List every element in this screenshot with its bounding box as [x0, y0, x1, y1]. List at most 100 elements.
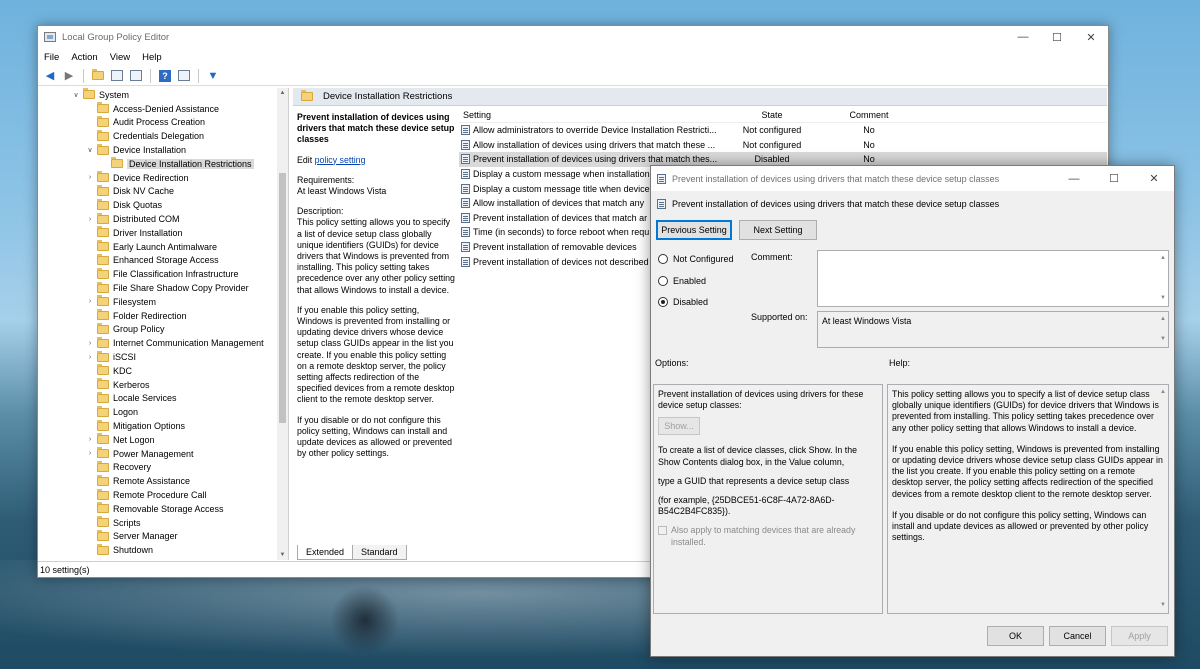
export-list-icon[interactable] [128, 68, 144, 84]
help-icon[interactable]: ? [157, 68, 173, 84]
show-hide-tree-icon[interactable] [109, 68, 125, 84]
tree-item[interactable]: › Power Management [39, 447, 288, 461]
properties-icon[interactable] [176, 68, 192, 84]
chevron-down-icon[interactable]: ∨ [71, 91, 81, 99]
tree-item[interactable]: Credentials Delegation [39, 129, 288, 143]
cancel-button[interactable]: Cancel [1049, 626, 1106, 646]
chevron-right-icon[interactable]: › [85, 340, 95, 347]
minimize-button[interactable]: — [1006, 26, 1040, 48]
tree-item[interactable]: Removable Storage Access [39, 502, 288, 516]
radio-enabled-circle[interactable] [658, 276, 668, 286]
scrollbar-thumb[interactable] [279, 173, 286, 423]
tree-item[interactable]: Device Installation Restrictions [39, 157, 288, 171]
tree-item[interactable]: Remote Procedure Call [39, 488, 288, 502]
ok-button[interactable]: OK [987, 626, 1044, 646]
tree-item[interactable]: › iSCSI [39, 350, 288, 364]
folder-icon [97, 460, 109, 472]
chevron-right-icon[interactable]: › [85, 216, 95, 223]
supported-scrollbar[interactable]: ▲ ▼ [1159, 314, 1167, 345]
tree-item[interactable]: Driver Installation [39, 226, 288, 240]
tree-item[interactable]: File Classification Infrastructure [39, 267, 288, 281]
tree-item[interactable]: Remote Assistance [39, 474, 288, 488]
apply-button[interactable]: Apply [1111, 626, 1168, 646]
tree-item-label: Filesystem [113, 296, 157, 307]
chevron-right-icon[interactable]: › [85, 298, 95, 305]
chevron-down-icon[interactable]: ∨ [85, 146, 95, 154]
comment-textbox[interactable]: ▲ ▼ [817, 250, 1169, 307]
help-scrollbar[interactable]: ▲ ▼ [1159, 387, 1167, 611]
edit-policy-link[interactable]: policy setting [315, 155, 366, 165]
tab-extended[interactable]: Extended [297, 545, 354, 560]
table-row[interactable]: Allow administrators to override Device … [459, 123, 1107, 138]
radio-enabled[interactable]: Enabled [658, 276, 706, 286]
column-comment[interactable]: Comment [819, 110, 919, 120]
tree-item[interactable]: Disk Quotas [39, 198, 288, 212]
tree-item[interactable]: Locale Services [39, 391, 288, 406]
tree-item[interactable]: Early Launch Antimalware [39, 240, 288, 254]
tab-standard[interactable]: Standard [352, 545, 407, 560]
setting-name: Allow installation of devices that match… [473, 198, 645, 209]
dialog-maximize-button[interactable]: ☐ [1094, 168, 1134, 190]
tree-item[interactable]: File Share Shadow Copy Provider [39, 281, 288, 295]
tree-item-label: Logon [113, 407, 139, 418]
chevron-right-icon[interactable]: › [85, 436, 95, 443]
folder-icon [97, 378, 109, 390]
tree-item[interactable]: › Internet Communication Management [39, 336, 288, 350]
back-arrow-icon[interactable]: ◀ [42, 68, 58, 84]
menu-view[interactable]: View [110, 52, 130, 63]
chevron-right-icon[interactable]: › [85, 174, 95, 181]
tree-item[interactable]: › Net Logon [39, 433, 288, 447]
dialog-title-bar[interactable]: Prevent installation of devices using dr… [651, 166, 1174, 191]
apply-existing-checkbox[interactable]: Also apply to matching devices that are … [658, 525, 878, 547]
policy-tree[interactable]: ∨ System Access-Denied Assistance Audit Pro… [39, 88, 289, 560]
column-setting[interactable]: Setting [459, 110, 725, 120]
column-state[interactable]: State [725, 110, 819, 120]
menu-action[interactable]: Action [71, 52, 97, 63]
menu-file[interactable]: File [44, 52, 59, 63]
checkbox-box[interactable] [658, 526, 667, 536]
tree-item[interactable]: › Device Redirection [39, 171, 288, 185]
tree-item[interactable]: KDC [39, 364, 288, 378]
tree-scrollbar[interactable]: ▲ ▼ [277, 88, 288, 560]
close-button[interactable]: ✕ [1074, 26, 1108, 48]
tree-item[interactable]: Access-Denied Assistance [39, 102, 288, 116]
title-bar[interactable]: Local Group Policy Editor — ☐ ✕ [38, 26, 1108, 48]
tree-item[interactable]: ∨ System [39, 88, 288, 102]
dialog-close-button[interactable]: ✕ [1134, 168, 1174, 190]
scroll-up-icon[interactable]: ▲ [277, 90, 288, 96]
radio-disabled[interactable]: Disabled [658, 297, 708, 307]
next-setting-button[interactable]: Next Setting [739, 220, 817, 240]
scroll-down-icon[interactable]: ▼ [277, 552, 288, 558]
pane-header-title: Device Installation Restrictions [323, 91, 453, 102]
chevron-right-icon[interactable]: › [85, 354, 95, 361]
tree-item[interactable]: Scripts [39, 516, 288, 530]
radio-not-configured[interactable]: Not Configured [658, 254, 734, 264]
tree-item[interactable]: Group Policy [39, 322, 288, 337]
tree-item[interactable]: › Distributed COM [39, 212, 288, 226]
radio-disabled-circle[interactable] [658, 297, 668, 307]
forward-arrow-icon[interactable]: ▶ [61, 68, 77, 84]
tree-item[interactable]: Mitigation Options [39, 419, 288, 433]
up-folder-icon[interactable] [90, 68, 106, 84]
radio-not-configured-circle[interactable] [658, 254, 668, 264]
filter-icon[interactable]: ▼ [205, 68, 221, 84]
tree-item[interactable]: Disk NV Cache [39, 184, 288, 199]
chevron-right-icon[interactable]: › [85, 450, 95, 457]
table-row[interactable]: Allow installation of devices using driv… [459, 138, 1107, 153]
tree-item[interactable]: Enhanced Storage Access [39, 253, 288, 268]
show-button[interactable]: Show... [658, 417, 700, 436]
tree-item[interactable]: Logon [39, 405, 288, 419]
maximize-button[interactable]: ☐ [1040, 26, 1074, 48]
tree-item[interactable]: Recovery [39, 460, 288, 475]
tree-item[interactable]: › Filesystem [39, 295, 288, 309]
menu-help[interactable]: Help [142, 52, 162, 63]
tree-item[interactable]: Folder Redirection [39, 309, 288, 323]
comment-scrollbar[interactable]: ▲ ▼ [1159, 253, 1167, 304]
tree-item[interactable]: Audit Process Creation [39, 115, 288, 130]
tree-item[interactable]: Shutdown [39, 543, 288, 557]
tree-item[interactable]: Kerberos [39, 378, 288, 392]
tree-item[interactable]: ∨ Device Installation [39, 143, 288, 157]
previous-setting-button[interactable]: Previous Setting [656, 220, 732, 240]
tree-item[interactable]: Server Manager [39, 529, 288, 544]
dialog-minimize-button[interactable]: — [1054, 168, 1094, 190]
